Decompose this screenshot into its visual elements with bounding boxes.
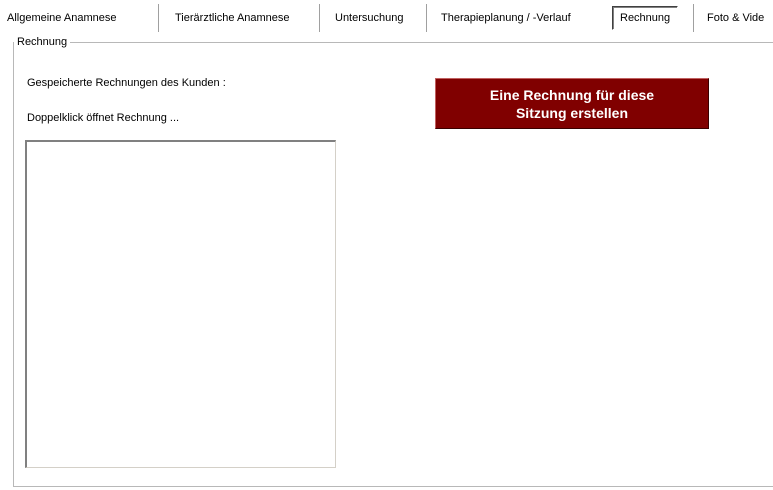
- tab-allgemeine-anamnese[interactable]: Allgemeine Anamnese: [7, 6, 116, 30]
- tab-separator: [693, 4, 695, 32]
- tab-foto-video[interactable]: Foto & Vide: [707, 6, 764, 30]
- tab-therapieplanung[interactable]: Therapieplanung / -Verlauf: [441, 6, 571, 30]
- invoice-list[interactable]: [25, 140, 336, 468]
- groupbox-title: Rechnung: [14, 35, 71, 49]
- tab-separator: [319, 4, 321, 32]
- tab-untersuchung[interactable]: Untersuchung: [335, 6, 404, 30]
- tab-tieraerztliche-anamnese[interactable]: Tierärztliche Anamnese: [175, 6, 290, 30]
- tab-separator: [158, 4, 160, 32]
- tab-rechnung[interactable]: Rechnung: [612, 6, 679, 30]
- saved-invoices-label: Gespeicherte Rechnungen des Kunden :: [27, 77, 226, 89]
- double-click-hint-label: Doppelklick öffnet Rechnung ...: [27, 112, 180, 124]
- create-invoice-button[interactable]: Eine Rechnung für diese Sitzung erstelle…: [435, 78, 709, 129]
- tab-bar: Allgemeine Anamnese Tierärztliche Anamne…: [0, 0, 773, 36]
- tab-separator: [426, 4, 428, 32]
